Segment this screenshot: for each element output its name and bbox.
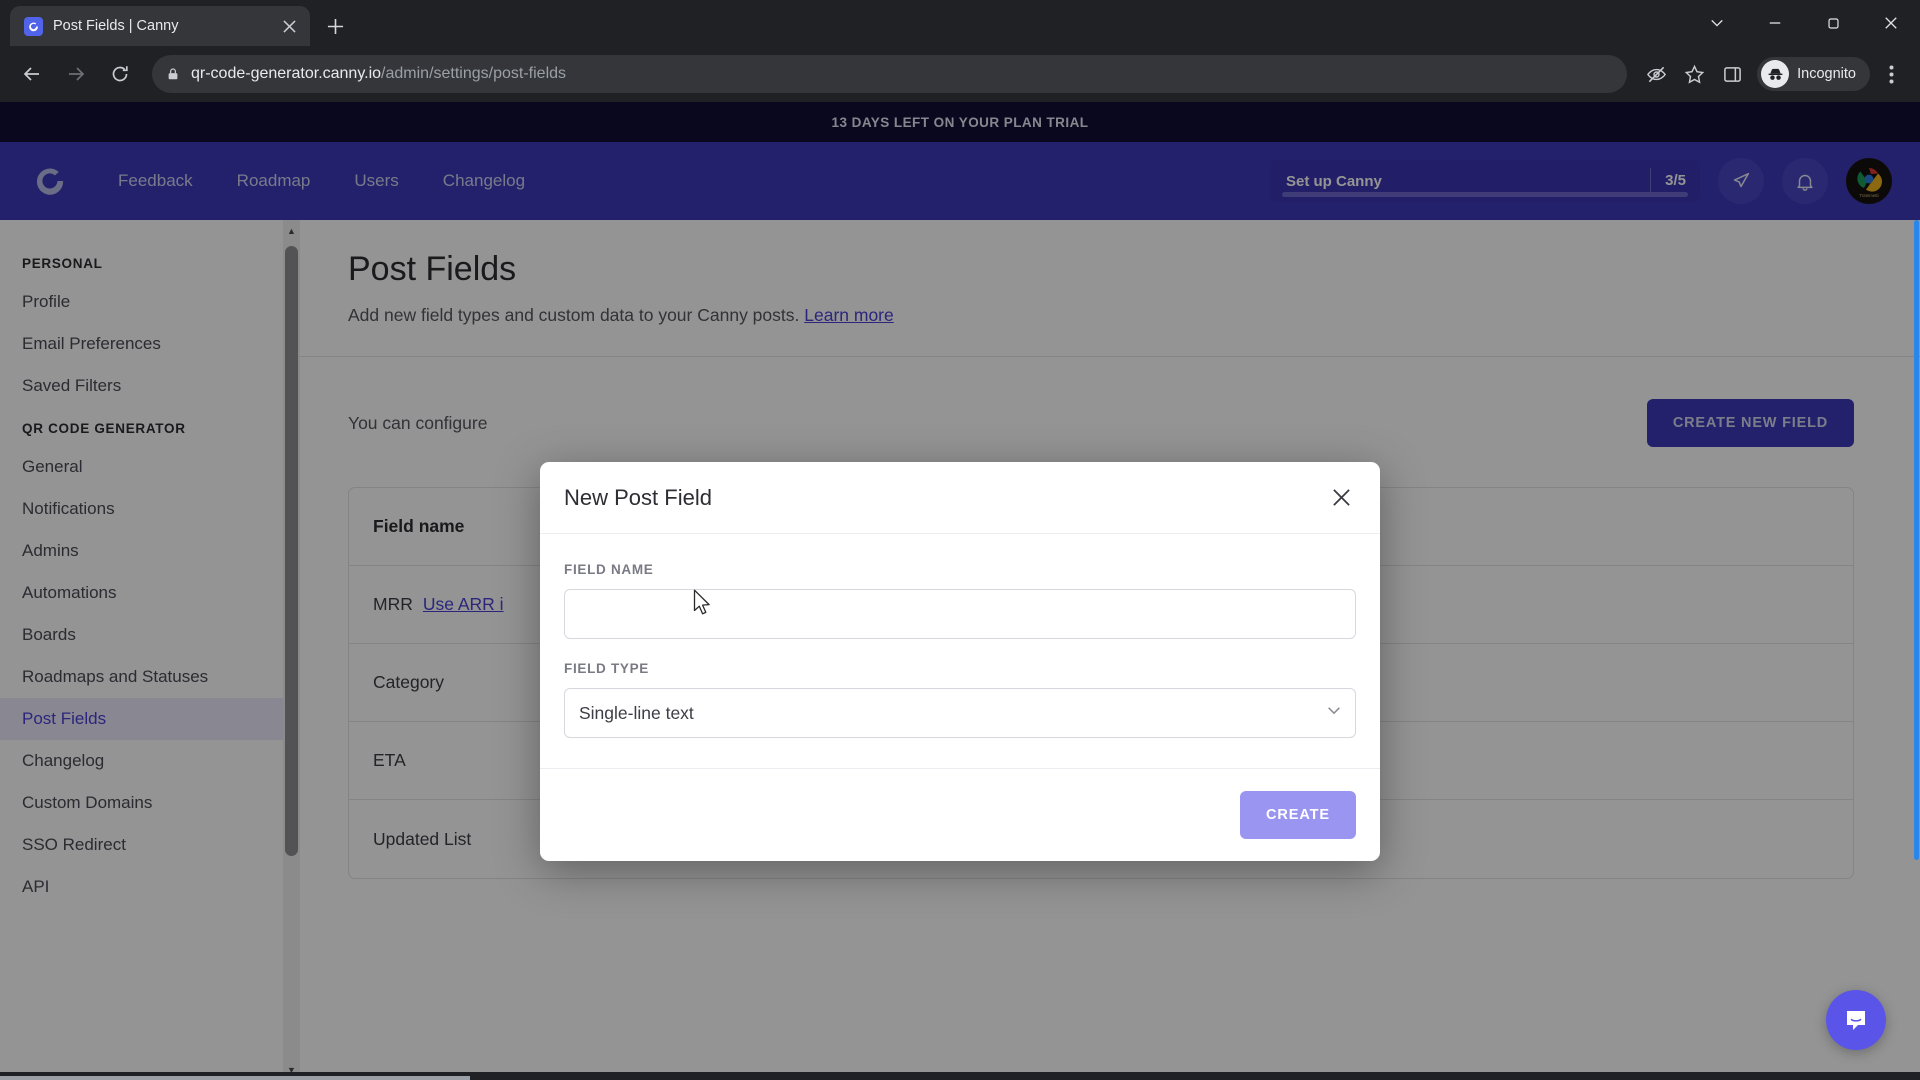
back-arrow-icon[interactable]	[12, 54, 52, 94]
profile-label: Incognito	[1797, 66, 1856, 82]
minimize-icon[interactable]	[1746, 0, 1804, 46]
field-type-select-wrapper: Single-line text	[564, 688, 1356, 738]
tab-title: Post Fields | Canny	[53, 18, 179, 34]
modal-footer: CREATE	[540, 768, 1380, 861]
field-type-select[interactable]: Single-line text	[564, 688, 1356, 738]
intercom-messenger-icon[interactable]	[1826, 990, 1886, 1050]
new-tab-button[interactable]	[318, 9, 352, 43]
reload-icon[interactable]	[100, 54, 140, 94]
incognito-profile-button[interactable]: Incognito	[1757, 57, 1870, 91]
field-type-label: FIELD TYPE	[564, 661, 650, 676]
eye-slash-icon[interactable]	[1639, 57, 1673, 91]
page-scrollbar-thumb[interactable]	[1914, 220, 1919, 860]
modal-body: FIELD NAME FIELD TYPE Single-line text	[540, 534, 1380, 768]
maximize-icon[interactable]	[1804, 0, 1862, 46]
page-scrollbar[interactable]	[1913, 220, 1920, 1080]
chevron-down-icon[interactable]	[1688, 0, 1746, 46]
star-icon[interactable]	[1677, 57, 1711, 91]
field-name-label: FIELD NAME	[564, 562, 654, 577]
close-icon[interactable]	[1324, 481, 1358, 515]
browser-tab[interactable]: Post Fields | Canny	[10, 6, 310, 46]
url-path: /admin/settings/post-fields	[381, 65, 567, 82]
side-panel-icon[interactable]	[1715, 57, 1749, 91]
lock-icon	[166, 67, 180, 81]
close-icon[interactable]	[278, 15, 300, 37]
canny-logo-icon	[24, 16, 43, 36]
bottom-edge-strip	[0, 1072, 1920, 1080]
url-domain: qr-code-generator.canny.io	[191, 65, 382, 82]
three-dot-menu-icon[interactable]	[1874, 57, 1908, 91]
modal-header: New Post Field	[540, 462, 1380, 534]
window-controls	[1688, 0, 1920, 46]
url-text: qr-code-generator.canny.io/admin/setting…	[191, 65, 566, 83]
bottom-progress-bar	[0, 1076, 470, 1080]
incognito-icon	[1761, 60, 1790, 88]
field-name-input[interactable]	[564, 589, 1356, 639]
page-viewport: 13 DAYS LEFT ON YOUR PLAN TRIAL Feedback…	[0, 102, 1920, 1080]
close-window-icon[interactable]	[1862, 0, 1920, 46]
new-post-field-modal: New Post Field FIELD NAME FIELD TYPE Sin…	[540, 462, 1380, 861]
omnibox-toolbar: qr-code-generator.canny.io/admin/setting…	[0, 46, 1920, 102]
browser-window: Post Fields | Canny qr-code-generator.ca…	[0, 0, 1920, 1080]
address-bar[interactable]: qr-code-generator.canny.io/admin/setting…	[152, 55, 1628, 93]
tab-strip: Post Fields | Canny	[0, 0, 1920, 46]
forward-arrow-icon[interactable]	[56, 54, 96, 94]
create-button[interactable]: CREATE	[1240, 791, 1356, 839]
modal-title: New Post Field	[564, 484, 712, 510]
